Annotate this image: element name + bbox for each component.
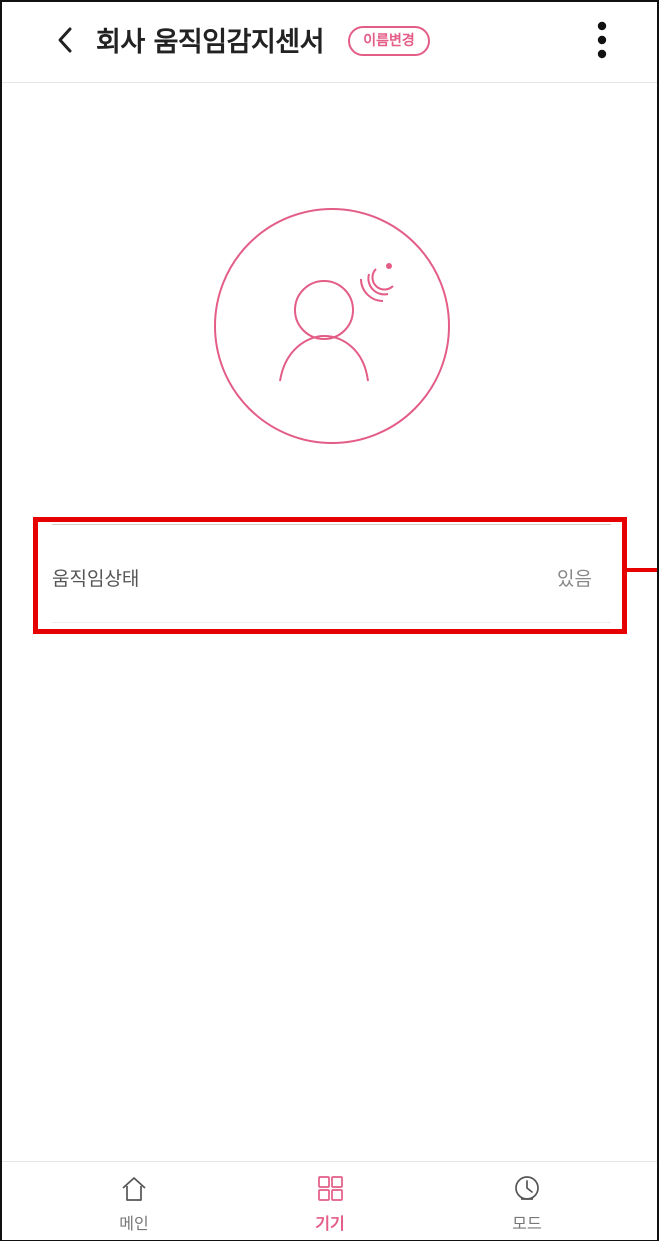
clock-icon: [515, 1176, 539, 1200]
motion-sensor-illustration: [213, 207, 451, 445]
more-options-button[interactable]: [587, 16, 617, 64]
tab-mode-label: 모드: [512, 1214, 542, 1233]
chevron-left-icon: [58, 27, 72, 53]
rename-button[interactable]: 이름변경: [348, 26, 430, 56]
page-title: 회사 움직임감지센서: [96, 27, 324, 58]
tab-mode[interactable]: 모드: [467, 1162, 587, 1240]
bottom-tab-bar: 메인 기기 모드: [2, 1161, 657, 1240]
highlight-box: [33, 517, 627, 634]
tab-devices-label: 기기: [315, 1214, 345, 1233]
top-app-bar: 회사 움직임감지센서 이름변경: [2, 2, 657, 83]
tab-main-label: 메인: [119, 1214, 149, 1233]
callout-line: [627, 568, 657, 572]
back-button[interactable]: [50, 20, 80, 60]
home-icon: [122, 1177, 146, 1201]
tab-main[interactable]: 메인: [74, 1162, 194, 1240]
tab-devices[interactable]: 기기: [270, 1162, 390, 1240]
motion-sensor-person-icon: [214, 208, 450, 444]
app-screen: 회사 움직임감지센서 이름변경 움직임상태 있음 메인 기기 모드: [0, 0, 659, 1241]
device-grid-icon: [318, 1176, 343, 1201]
more-vertical-icon: [597, 21, 607, 59]
